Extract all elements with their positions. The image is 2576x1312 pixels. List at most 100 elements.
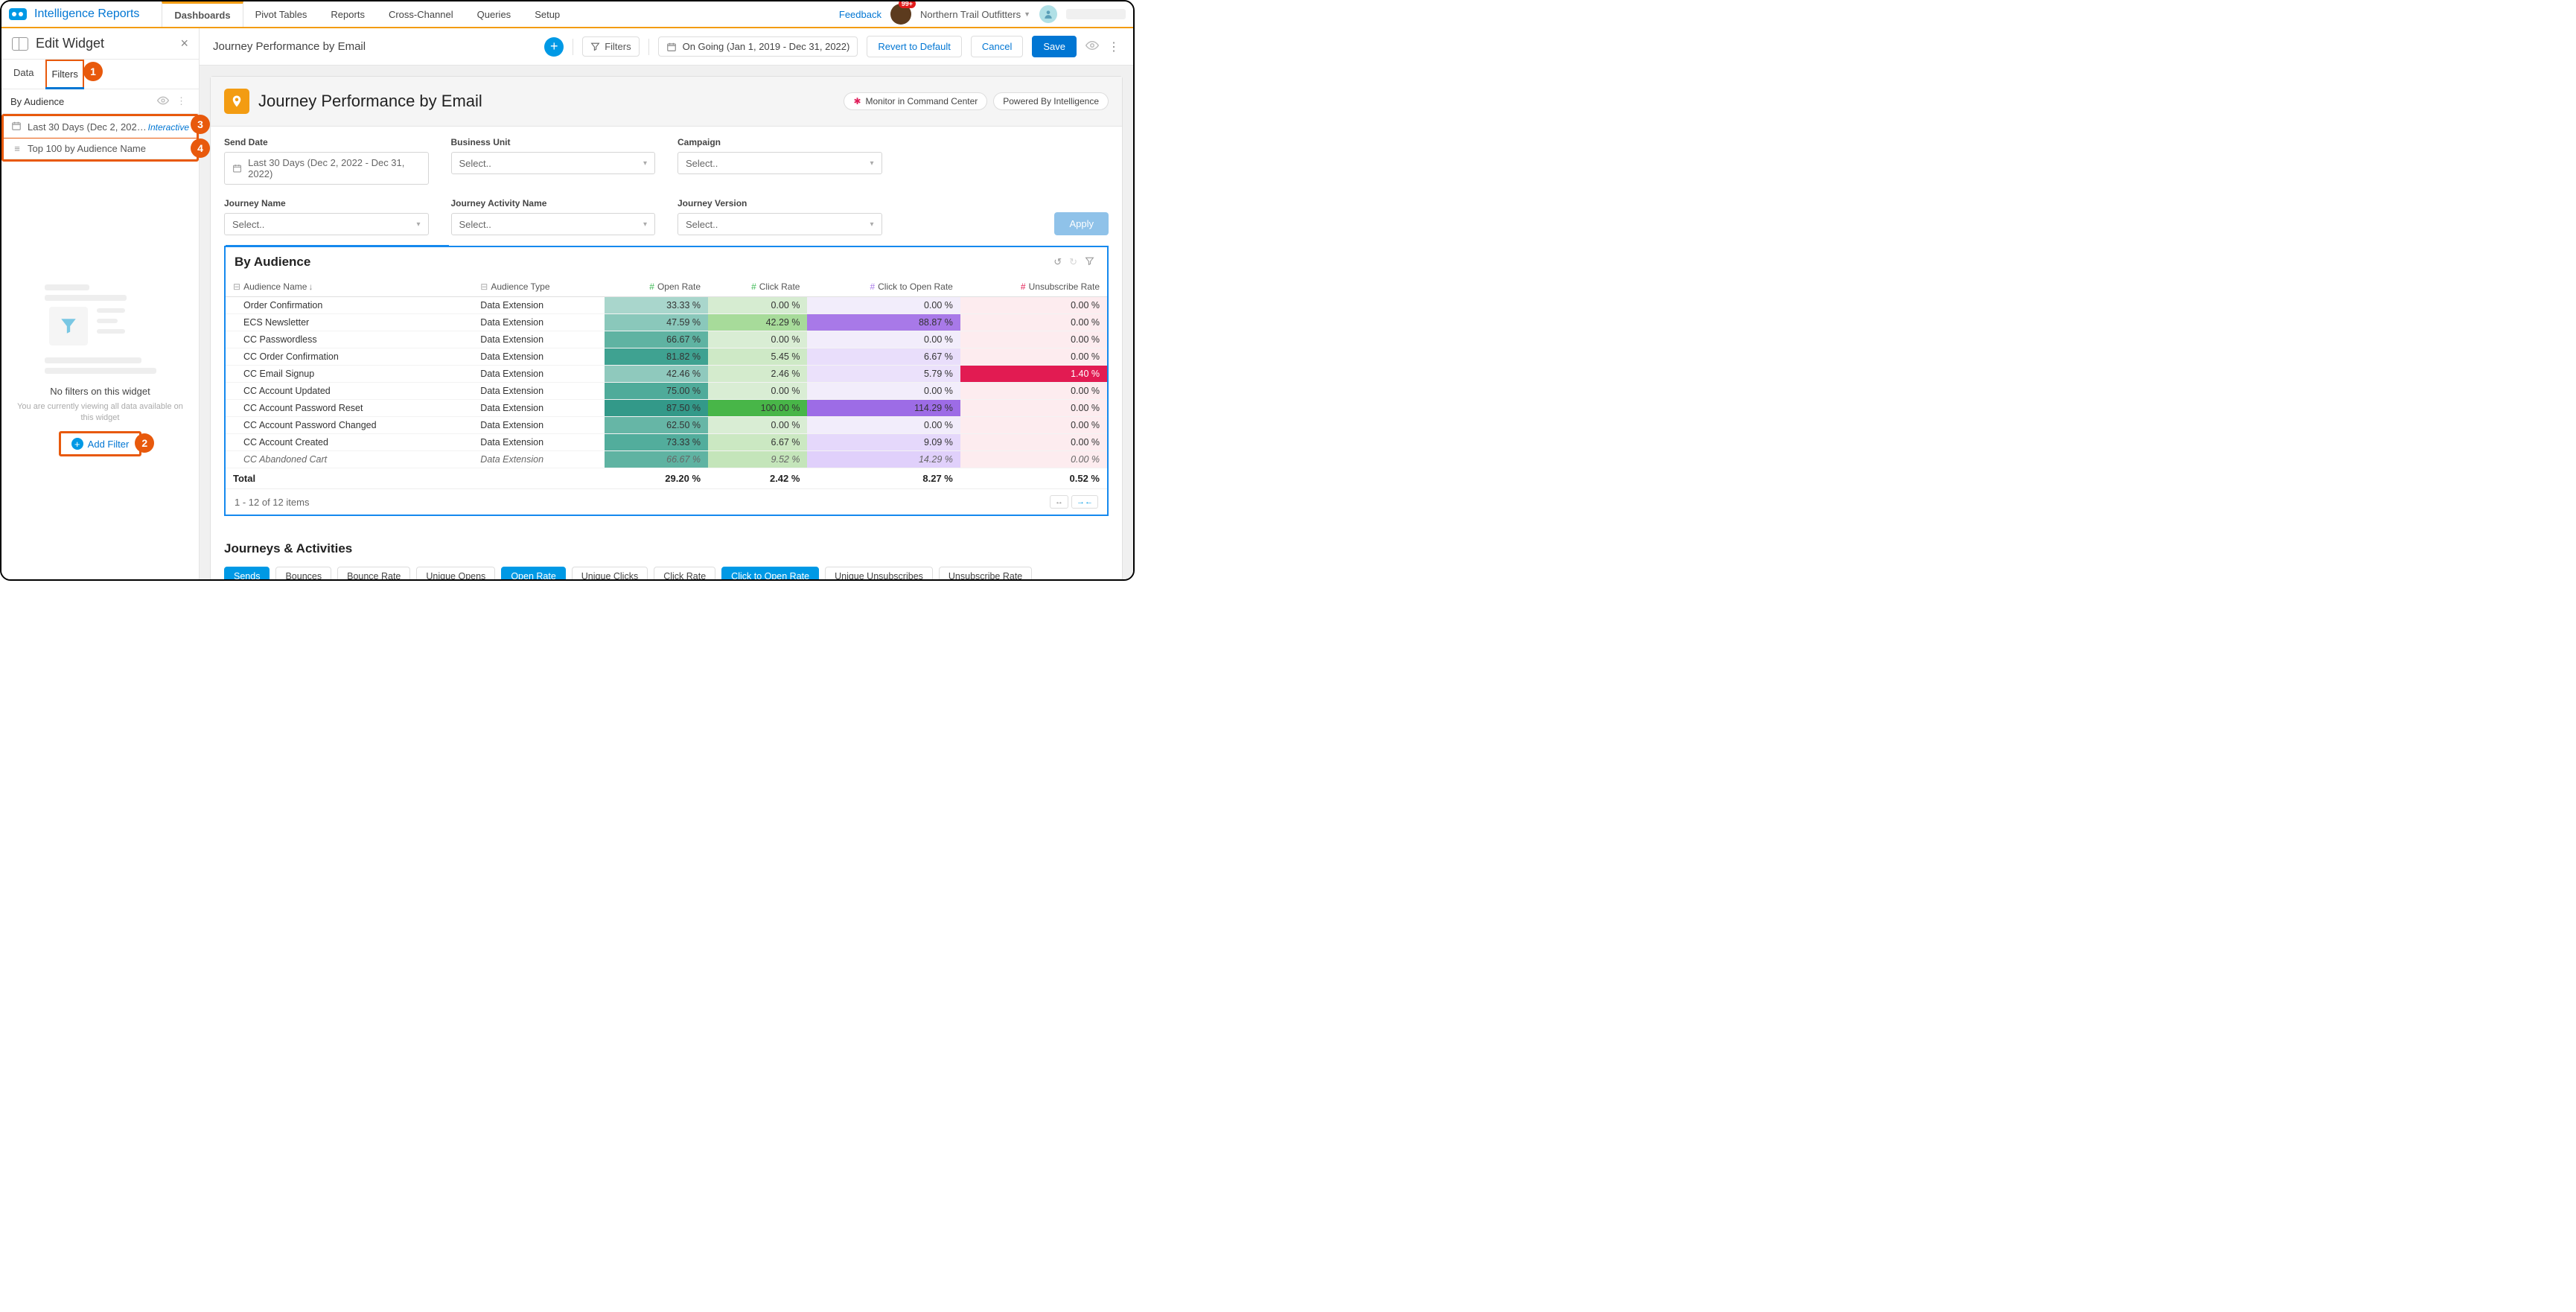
dashboard-title: Journey Performance by Email bbox=[213, 40, 535, 53]
table-row[interactable]: CC PasswordlessData Extension66.67 %0.00… bbox=[226, 331, 1107, 348]
dashboard-panel: Journey Performance by Email ✱ Monitor i… bbox=[210, 76, 1123, 579]
table-row[interactable]: CC Order ConfirmationData Extension81.82… bbox=[226, 348, 1107, 366]
campaign-select[interactable]: Select..▾ bbox=[678, 152, 882, 174]
chip-open-rate[interactable]: Open Rate bbox=[501, 567, 565, 579]
table-row[interactable]: CC Email SignupData Extension42.46 %2.46… bbox=[226, 366, 1107, 383]
powered-by-pill[interactable]: Powered By Intelligence bbox=[993, 92, 1109, 110]
filter-list: Last 30 Days (Dec 2, 2022 - … Interactiv… bbox=[1, 114, 199, 162]
col-unsub-rate[interactable]: #Unsubscribe Rate bbox=[960, 277, 1107, 297]
filter-icon[interactable] bbox=[1081, 256, 1098, 268]
chevron-down-icon: ▾ bbox=[870, 220, 873, 229]
plus-icon: + bbox=[71, 438, 83, 450]
fit-columns-button[interactable]: ↔ bbox=[1050, 495, 1068, 509]
main-area: Journey Performance by Email + Filters O… bbox=[200, 28, 1133, 579]
pagination: 1 - 12 of 12 items ↔ →← bbox=[226, 488, 1107, 515]
filter-top-100[interactable]: ≡ Top 100 by Audience Name bbox=[4, 138, 197, 159]
journey-version-label: Journey Version bbox=[678, 198, 882, 208]
add-filter-button[interactable]: + Add Filter 2 bbox=[59, 431, 142, 456]
save-button[interactable]: Save bbox=[1032, 36, 1077, 57]
funnel-icon bbox=[49, 307, 88, 345]
col-audience-name[interactable]: ⊟Audience Name↓ bbox=[226, 277, 473, 297]
callout-3: 3 bbox=[191, 115, 210, 134]
einstein-icon[interactable]: 99+ bbox=[890, 4, 911, 25]
undo-icon[interactable]: ↺ bbox=[1050, 256, 1065, 268]
cancel-button[interactable]: Cancel bbox=[971, 36, 1023, 57]
filters-toggle[interactable]: Filters bbox=[582, 36, 639, 57]
bu-select[interactable]: Select..▾ bbox=[451, 152, 656, 174]
chevron-down-icon: ▾ bbox=[416, 220, 420, 229]
table-row[interactable]: Order ConfirmationData Extension33.33 %0… bbox=[226, 297, 1107, 314]
journeys-section: Journeys & Activities Sends Bounces Bounce… bbox=[211, 529, 1122, 579]
send-date-input[interactable]: Last 30 Days (Dec 2, 2022 - Dec 31, 2022… bbox=[224, 152, 429, 185]
filter-top-100-label: Top 100 by Audience Name bbox=[28, 143, 189, 154]
add-widget-button[interactable]: + bbox=[544, 37, 564, 57]
filter-date-label: Last 30 Days (Dec 2, 2022 - … bbox=[28, 121, 148, 133]
pager-info: 1 - 12 of 12 items bbox=[235, 497, 1047, 508]
tab-data[interactable]: Data bbox=[9, 60, 38, 89]
placeholder-block bbox=[1066, 9, 1126, 19]
journey-name-select[interactable]: Select..▾ bbox=[224, 213, 429, 235]
col-open-rate[interactable]: #Open Rate bbox=[605, 277, 708, 297]
nav-tab-queries[interactable]: Queries bbox=[465, 1, 523, 27]
salesforce-logo-icon bbox=[9, 8, 27, 20]
chip-sends[interactable]: Sends bbox=[224, 567, 270, 579]
table-row[interactable]: CC Account Password ResetData Extension8… bbox=[226, 400, 1107, 417]
col-click-rate[interactable]: #Click Rate bbox=[708, 277, 807, 297]
date-range-chip[interactable]: On Going (Jan 1, 2019 - Dec 31, 2022) bbox=[658, 36, 858, 57]
slack-icon: ✱ bbox=[853, 96, 861, 106]
feedback-link[interactable]: Feedback bbox=[839, 9, 881, 20]
table-row[interactable]: CC Account Password ChangedData Extensio… bbox=[226, 417, 1107, 434]
journey-activity-select[interactable]: Select..▾ bbox=[451, 213, 656, 235]
campaign-label: Campaign bbox=[678, 137, 882, 147]
kebab-icon[interactable]: ⋮ bbox=[173, 95, 190, 107]
chevron-down-icon: ▾ bbox=[870, 159, 873, 168]
nav-tab-cross-channel[interactable]: Cross-Channel bbox=[377, 1, 465, 27]
journey-version-select[interactable]: Select..▾ bbox=[678, 213, 882, 235]
monitor-pill[interactable]: ✱ Monitor in Command Center bbox=[844, 92, 987, 110]
chip-bounce-rate[interactable]: Bounce Rate bbox=[337, 567, 410, 579]
audience-table: ⊟Audience Name↓ ⊟Audience Type #Open Rat… bbox=[226, 277, 1107, 488]
expand-button[interactable]: →← bbox=[1071, 495, 1098, 509]
table-row[interactable]: ECS NewsletterData Extension47.59 %42.29… bbox=[226, 314, 1107, 331]
filter-date-range[interactable]: Last 30 Days (Dec 2, 2022 - … Interactiv… bbox=[4, 116, 197, 138]
nav-tab-reports[interactable]: Reports bbox=[319, 1, 377, 27]
preview-icon[interactable] bbox=[1085, 40, 1099, 53]
close-icon[interactable]: × bbox=[180, 36, 188, 51]
table-row[interactable]: CC Abandoned CartData Extension66.67 %9.… bbox=[226, 451, 1107, 468]
nav-tab-setup[interactable]: Setup bbox=[523, 1, 572, 27]
user-avatar-icon[interactable] bbox=[1039, 5, 1057, 23]
journey-activity-label: Journey Activity Name bbox=[451, 198, 656, 208]
col-audience-type[interactable]: ⊟Audience Type bbox=[473, 277, 605, 297]
table-row[interactable]: CC Account UpdatedData Extension75.00 %0… bbox=[226, 383, 1107, 400]
nav-tab-dashboards[interactable]: Dashboards bbox=[162, 1, 243, 27]
empty-filter-state: No filters on this widget You are curren… bbox=[1, 162, 199, 579]
revert-button[interactable]: Revert to Default bbox=[867, 36, 962, 57]
apply-button[interactable]: Apply bbox=[1054, 212, 1109, 235]
totals-row: Total 29.20 % 2.42 % 8.27 % 0.52 % bbox=[226, 468, 1107, 489]
section-by-audience[interactable]: By Audience ⋮ bbox=[1, 89, 199, 114]
chevron-down-icon: ▾ bbox=[643, 220, 647, 229]
chip-unique-clicks[interactable]: Unique Clicks bbox=[572, 567, 648, 579]
sort-icon: ≡ bbox=[11, 143, 22, 154]
section-label: By Audience bbox=[10, 96, 153, 107]
chip-unique-unsubscribes[interactable]: Unique Unsubscribes bbox=[825, 567, 933, 579]
sidebar-tabs: Data Filters 1 bbox=[1, 60, 199, 89]
table-row[interactable]: CC Account CreatedData Extension73.33 %6… bbox=[226, 434, 1107, 451]
redo-icon[interactable]: ↻ bbox=[1065, 256, 1081, 268]
send-date-label: Send Date bbox=[224, 137, 429, 147]
date-range-text: On Going (Jan 1, 2019 - Dec 31, 2022) bbox=[683, 41, 850, 52]
org-name-label: Northern Trail Outfitters bbox=[920, 9, 1021, 20]
chip-bounces[interactable]: Bounces bbox=[275, 567, 331, 579]
col-cto-rate[interactable]: #Click to Open Rate bbox=[807, 277, 960, 297]
journeys-title: Journeys & Activities bbox=[224, 541, 1109, 556]
tab-filters[interactable]: Filters bbox=[45, 60, 83, 89]
nav-tab-pivot-tables[interactable]: Pivot Tables bbox=[243, 1, 319, 27]
more-icon[interactable]: ⋮ bbox=[1108, 39, 1120, 54]
chip-unique-opens[interactable]: Unique Opens bbox=[416, 567, 495, 579]
visibility-icon[interactable] bbox=[153, 96, 173, 107]
chip-click-rate[interactable]: Click Rate bbox=[654, 567, 715, 579]
chip-click-to-open-rate[interactable]: Click to Open Rate bbox=[721, 567, 819, 579]
widget-title: By Audience bbox=[235, 255, 1050, 270]
chip-unsubscribe-rate[interactable]: Unsubscribe Rate bbox=[939, 567, 1032, 579]
org-switcher[interactable]: Northern Trail Outfitters ▼ bbox=[920, 9, 1030, 20]
